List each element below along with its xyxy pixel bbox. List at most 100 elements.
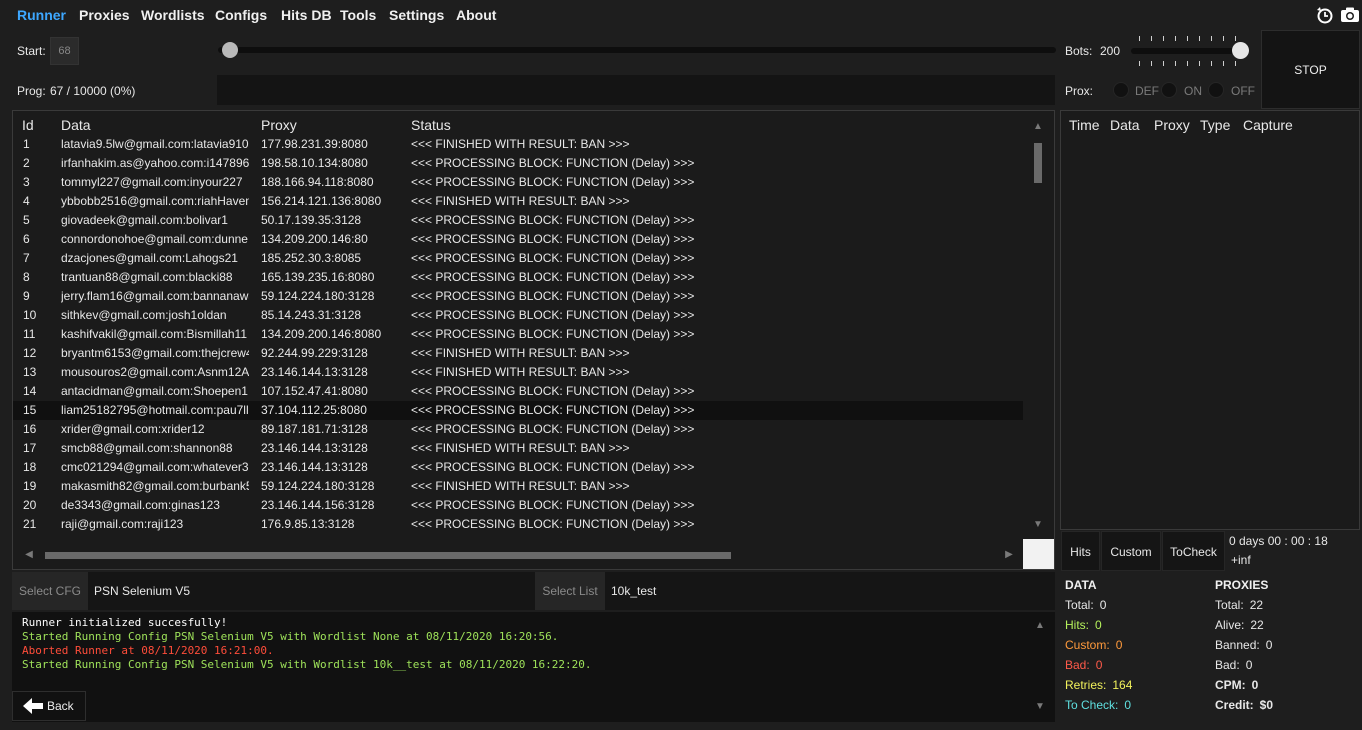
scroll-up-icon[interactable]: ▲ (1032, 121, 1044, 133)
proxy-stat-label: Banned: (1215, 638, 1260, 652)
proxy-stat-value: 22 (1250, 618, 1264, 632)
grid-vertical-scrollbar[interactable]: ▲ ▼ (1027, 115, 1049, 535)
table-row[interactable]: 20 de3343@gmail.com:ginas123 23.146.144.15… (13, 496, 1023, 515)
cell-id: 1 (23, 137, 30, 151)
column-header-status[interactable]: Status (411, 117, 451, 133)
start-value-field[interactable]: 68 (50, 37, 79, 65)
cell-status: <<< PROCESSING BLOCK: FUNCTION (Delay) >… (411, 270, 695, 284)
table-row[interactable]: 21 raji@gmail.com:raji123 176.9.85.13:3128… (13, 515, 1023, 534)
tab-hits[interactable]: Hits (1061, 531, 1100, 571)
column-header-proxy[interactable]: Proxy (261, 117, 297, 133)
table-row[interactable]: 19 makasmith82@gmail.com:burbank5 59.124.2… (13, 477, 1023, 496)
bots-slider[interactable] (1131, 34, 1252, 68)
table-row[interactable]: 15 liam25182795@hotmail.com:pau7ll 37.104.… (13, 401, 1023, 420)
cell-data: irfanhakim.as@yahoo.com:i1478963 (61, 156, 249, 170)
bots-slider-thumb[interactable] (1232, 42, 1249, 59)
data-stat-row: To Check: 0 (1065, 698, 1131, 712)
table-row[interactable]: 8 trantuan88@gmail.com:blacki88 165.139.23… (13, 268, 1023, 287)
data-stat-value: 0 (1115, 638, 1123, 652)
table-row[interactable]: 1 latavia9.5lw@gmail.com:latavia910 177.98… (13, 135, 1023, 154)
prox-off-radio[interactable] (1208, 82, 1224, 98)
menu-tools[interactable]: Tools (340, 7, 376, 23)
table-row[interactable]: 3 tommyl227@gmail.com:inyour227 188.166.94… (13, 173, 1023, 192)
back-button[interactable]: Back (12, 691, 86, 721)
table-row[interactable]: 4 ybbobb2516@gmail.com:riahHaven 156.214.1… (13, 192, 1023, 211)
start-slider-thumb[interactable] (222, 42, 238, 58)
grid-horizontal-scrollbar[interactable]: ◀ ▶ (13, 541, 1023, 569)
table-row[interactable]: 18 cmc021294@gmail.com:whatever3 23.146.14… (13, 458, 1023, 477)
menu-proxies[interactable]: Proxies (79, 7, 130, 23)
table-row[interactable]: 16 xrider@gmail.com:xrider12 89.187.181.71… (13, 420, 1023, 439)
tab-tocheck[interactable]: ToCheck (1162, 531, 1225, 571)
proxy-stat-row: Banned: 0 (1215, 638, 1272, 652)
proxy-stat-row: Bad: 0 (1215, 658, 1252, 672)
select-list-button[interactable]: Select List (535, 572, 605, 610)
table-row[interactable]: 11 kashifvakil@gmail.com:Bismillah11 134.2… (13, 325, 1023, 344)
table-row[interactable]: 14 antacidman@gmail.com:Shoepen1 107.152.4… (13, 382, 1023, 401)
cell-proxy: 92.244.99.229:3128 (261, 346, 368, 360)
table-row[interactable]: 13 mousouros2@gmail.com:Asnm12As 23.146.14… (13, 363, 1023, 382)
menu-runner[interactable]: Runner (17, 7, 66, 23)
prox-def-radio[interactable] (1113, 82, 1129, 98)
log-scroll-down-icon[interactable]: ▼ (1034, 701, 1046, 713)
selected-config[interactable]: PSN Selenium V5 (88, 572, 535, 610)
cell-id: 4 (23, 194, 30, 208)
hits-column-capture[interactable]: Capture (1243, 117, 1293, 133)
table-row[interactable]: 9 jerry.flam16@gmail.com:bannanawa 59.124.… (13, 287, 1023, 306)
horizontal-scroll-thumb[interactable] (45, 552, 731, 559)
cell-data: jerry.flam16@gmail.com:bannanawa (61, 289, 249, 303)
cell-status: <<< FINISHED WITH RESULT: BAN >>> (411, 365, 630, 379)
scroll-left-icon[interactable]: ◀ (23, 549, 35, 561)
proxy-stat-row: Credit: $0 (1215, 698, 1273, 712)
select-cfg-button[interactable]: Select CFG (12, 572, 88, 610)
menu-configs[interactable]: Configs (215, 7, 267, 23)
start-slider[interactable] (218, 42, 1056, 58)
hits-column-type[interactable]: Type (1200, 117, 1230, 133)
table-row[interactable]: 6 connordonohoe@gmail.com:dunne 134.209.20… (13, 230, 1023, 249)
prox-on-radio[interactable] (1161, 82, 1177, 98)
menu-wordlists[interactable]: Wordlists (141, 7, 205, 23)
table-row[interactable]: 10 sithkev@gmail.com:josh1oldan 85.14.243.… (13, 306, 1023, 325)
stop-button[interactable]: STOP (1261, 30, 1360, 109)
log-line: Started Running Config PSN Selenium V5 w… (22, 630, 559, 643)
cell-proxy: 23.146.144.13:3128 (261, 365, 368, 379)
cell-proxy: 165.139.235.16:8080 (261, 270, 375, 284)
cell-proxy: 198.58.10.134:8080 (261, 156, 368, 170)
hits-column-proxy[interactable]: Proxy (1154, 117, 1190, 133)
menu-settings[interactable]: Settings (389, 7, 444, 23)
menu-hits-db[interactable]: Hits DB (281, 7, 332, 23)
column-header-id[interactable]: Id (22, 117, 34, 133)
table-row[interactable]: 2 irfanhakim.as@yahoo.com:i1478963 198.58.… (13, 154, 1023, 173)
elapsed-timer: 0 days 00 : 00 : 18 (1229, 534, 1328, 548)
vertical-scroll-thumb[interactable] (1034, 143, 1042, 183)
cell-proxy: 134.209.200.146:80 (261, 232, 368, 246)
hits-column-time[interactable]: Time (1069, 117, 1100, 133)
cell-id: 2 (23, 156, 30, 170)
table-row[interactable]: 17 smcb88@gmail.com:shannon88 23.146.144.1… (13, 439, 1023, 458)
cell-status: <<< PROCESSING BLOCK: FUNCTION (Delay) >… (411, 384, 695, 398)
scroll-down-icon[interactable]: ▼ (1032, 519, 1044, 531)
cell-proxy: 188.166.94.118:8080 (261, 175, 374, 189)
cell-id: 14 (23, 384, 37, 398)
cell-proxy: 107.152.47.41:8080 (261, 384, 368, 398)
tab-custom[interactable]: Custom (1101, 531, 1161, 571)
proxy-stat-row: Total: 22 (1215, 598, 1263, 612)
menu-about[interactable]: About (456, 7, 496, 23)
table-row[interactable]: 12 bryantm6153@gmail.com:thejcrew4 92.244.… (13, 344, 1023, 363)
data-stat-value: 0 (1124, 698, 1132, 712)
hits-column-data[interactable]: Data (1110, 117, 1140, 133)
data-stats-title: DATA (1065, 578, 1097, 592)
column-header-data[interactable]: Data (61, 117, 91, 133)
selected-wordlist[interactable]: 10k_test (605, 572, 1055, 610)
table-row[interactable]: 7 dzacjones@gmail.com:Lahogs21 185.252.30.… (13, 249, 1023, 268)
camera-icon[interactable] (1340, 6, 1359, 24)
top-menu: Runner Proxies Wordlists Configs Hits DB… (0, 0, 1362, 32)
log-scroll-up-icon[interactable]: ▲ (1034, 620, 1046, 632)
scroll-right-icon[interactable]: ▶ (1003, 549, 1015, 561)
cell-id: 8 (23, 270, 30, 284)
cell-id: 5 (23, 213, 30, 227)
table-row[interactable]: 5 giovadeek@gmail.com:bolivar1 50.17.139.3… (13, 211, 1023, 230)
data-stat-label: Custom: (1065, 638, 1110, 652)
history-icon[interactable] (1316, 6, 1334, 24)
cell-proxy: 23.146.144.156:3128 (261, 498, 375, 512)
